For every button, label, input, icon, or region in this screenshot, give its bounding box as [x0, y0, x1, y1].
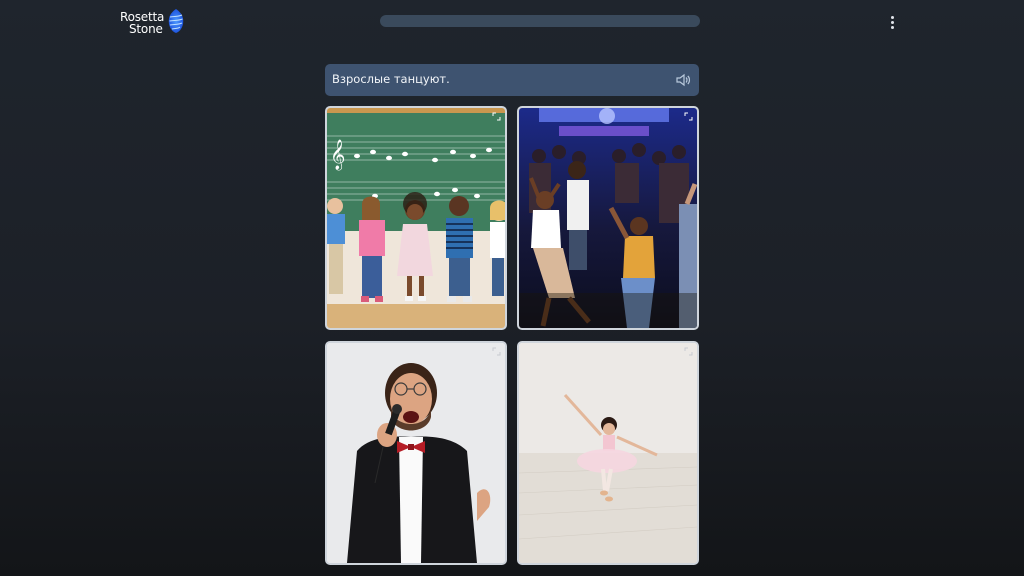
girl-dancing-ballet-image	[519, 343, 697, 563]
choice-card-adults-dancing[interactable]	[517, 106, 699, 330]
man-singing-image	[327, 343, 505, 563]
menu-dot-icon	[890, 15, 894, 19]
logo-text: Rosetta Stone	[120, 11, 164, 35]
menu-dot-icon	[890, 20, 894, 24]
choice-card-girl-ballet[interactable]	[517, 341, 699, 565]
top-bar: Rosetta Stone	[0, 0, 1024, 44]
expand-icon[interactable]	[684, 347, 693, 356]
prompt-bar: Взрослые танцуют.	[325, 64, 699, 96]
speaker-icon[interactable]	[675, 72, 691, 88]
lesson-progress-bar	[380, 15, 700, 27]
children-singing-image: 𝄞	[327, 108, 505, 328]
expand-icon[interactable]	[684, 112, 693, 121]
adults-dancing-image	[519, 108, 697, 328]
expand-icon[interactable]	[492, 347, 501, 356]
logo-line-2: Stone	[129, 22, 163, 36]
rosetta-stone-logo[interactable]: Rosetta Stone	[120, 8, 190, 36]
logo-mark-icon	[168, 9, 184, 33]
choice-card-children-choir[interactable]: 𝄞	[325, 106, 507, 330]
more-options-button[interactable]	[884, 12, 900, 32]
menu-dot-icon	[890, 25, 894, 29]
expand-icon[interactable]	[492, 112, 501, 121]
prompt-text: Взрослые танцуют.	[332, 72, 450, 86]
choice-card-man-singing[interactable]	[325, 341, 507, 565]
svg-text:𝄞: 𝄞	[330, 139, 345, 171]
